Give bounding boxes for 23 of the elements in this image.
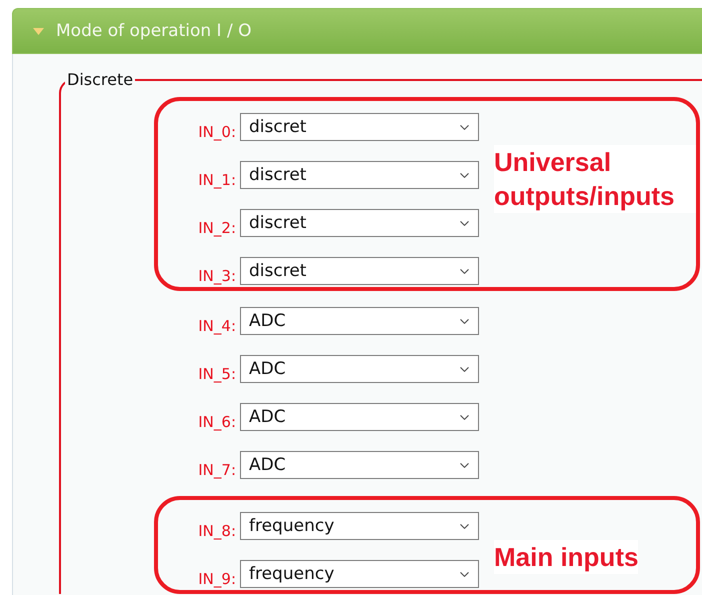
mode-dropdown[interactable]: ADC — [240, 355, 479, 383]
input-label: IN_5: — [197, 365, 236, 383]
mode-dropdown[interactable]: ADC — [240, 403, 479, 431]
input-label: IN_1: — [197, 171, 236, 189]
input-label: IN_6: — [197, 413, 236, 431]
mode-dropdown[interactable]: frequency — [240, 512, 479, 540]
mode-dropdown[interactable]: frequency — [240, 560, 479, 588]
input-label: IN_9: — [197, 570, 236, 588]
input-label: IN_2: — [197, 219, 236, 237]
input-label: IN_8: — [197, 522, 236, 540]
panel-title: Mode of operation I / O — [56, 21, 252, 41]
mode-dropdown[interactable]: discret — [240, 209, 479, 237]
mode-dropdown[interactable]: ADC — [240, 451, 479, 479]
input-label: IN_7: — [197, 461, 236, 479]
mode-dropdown[interactable]: discret — [240, 113, 479, 141]
annotation-text: Main inputs — [494, 540, 638, 574]
mode-dropdown[interactable]: discret — [240, 161, 479, 189]
input-label: IN_4: — [197, 317, 236, 335]
annotation-text: Universal outputs/inputs — [494, 145, 696, 213]
input-label: IN_0: — [197, 123, 236, 141]
mode-dropdown[interactable]: ADC — [240, 307, 479, 335]
mode-dropdown[interactable]: discret — [240, 257, 479, 285]
input-label: IN_3: — [197, 267, 236, 285]
